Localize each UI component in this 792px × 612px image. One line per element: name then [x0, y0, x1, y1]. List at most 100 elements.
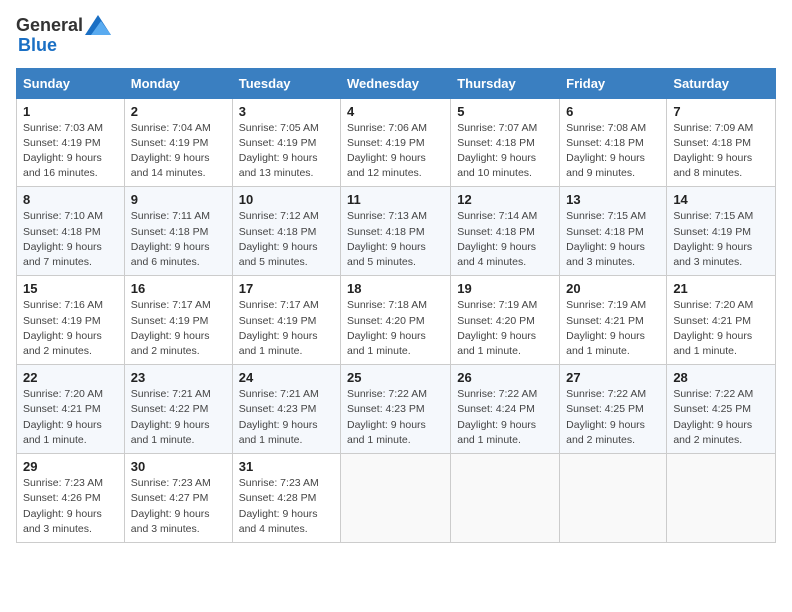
calendar-cell: 6 Sunrise: 7:08 AM Sunset: 4:18 PM Dayli…	[560, 98, 667, 187]
weekday-header-monday: Monday	[124, 68, 232, 98]
day-number: 25	[347, 370, 444, 385]
logo: General Blue	[16, 16, 111, 56]
day-info: Sunrise: 7:09 AM Sunset: 4:18 PM Dayligh…	[673, 122, 753, 180]
day-number: 20	[566, 281, 660, 296]
calendar-cell: 23 Sunrise: 7:21 AM Sunset: 4:22 PM Dayl…	[124, 365, 232, 454]
day-info: Sunrise: 7:18 AM Sunset: 4:20 PM Dayligh…	[347, 299, 427, 357]
calendar-cell: 30 Sunrise: 7:23 AM Sunset: 4:27 PM Dayl…	[124, 454, 232, 543]
calendar-cell	[560, 454, 667, 543]
day-info: Sunrise: 7:19 AM Sunset: 4:21 PM Dayligh…	[566, 299, 646, 357]
day-info: Sunrise: 7:17 AM Sunset: 4:19 PM Dayligh…	[131, 299, 211, 357]
calendar-cell: 1 Sunrise: 7:03 AM Sunset: 4:19 PM Dayli…	[17, 98, 125, 187]
calendar-cell: 22 Sunrise: 7:20 AM Sunset: 4:21 PM Dayl…	[17, 365, 125, 454]
calendar-week-1: 1 Sunrise: 7:03 AM Sunset: 4:19 PM Dayli…	[17, 98, 776, 187]
day-number: 4	[347, 104, 444, 119]
day-number: 17	[239, 281, 334, 296]
day-number: 18	[347, 281, 444, 296]
calendar-cell: 18 Sunrise: 7:18 AM Sunset: 4:20 PM Dayl…	[341, 276, 451, 365]
day-info: Sunrise: 7:17 AM Sunset: 4:19 PM Dayligh…	[239, 299, 319, 357]
day-number: 28	[673, 370, 769, 385]
weekday-header-saturday: Saturday	[667, 68, 776, 98]
day-number: 19	[457, 281, 553, 296]
day-number: 8	[23, 192, 118, 207]
day-info: Sunrise: 7:22 AM Sunset: 4:25 PM Dayligh…	[566, 388, 646, 446]
day-info: Sunrise: 7:06 AM Sunset: 4:19 PM Dayligh…	[347, 122, 427, 180]
day-info: Sunrise: 7:04 AM Sunset: 4:19 PM Dayligh…	[131, 122, 211, 180]
calendar-cell: 9 Sunrise: 7:11 AM Sunset: 4:18 PM Dayli…	[124, 187, 232, 276]
calendar-cell: 31 Sunrise: 7:23 AM Sunset: 4:28 PM Dayl…	[232, 454, 340, 543]
calendar-cell: 21 Sunrise: 7:20 AM Sunset: 4:21 PM Dayl…	[667, 276, 776, 365]
calendar-cell: 28 Sunrise: 7:22 AM Sunset: 4:25 PM Dayl…	[667, 365, 776, 454]
day-info: Sunrise: 7:15 AM Sunset: 4:18 PM Dayligh…	[566, 210, 646, 268]
day-info: Sunrise: 7:12 AM Sunset: 4:18 PM Dayligh…	[239, 210, 319, 268]
calendar-week-4: 22 Sunrise: 7:20 AM Sunset: 4:21 PM Dayl…	[17, 365, 776, 454]
calendar-cell: 26 Sunrise: 7:22 AM Sunset: 4:24 PM Dayl…	[451, 365, 560, 454]
calendar-cell: 29 Sunrise: 7:23 AM Sunset: 4:26 PM Dayl…	[17, 454, 125, 543]
day-number: 13	[566, 192, 660, 207]
calendar-cell: 11 Sunrise: 7:13 AM Sunset: 4:18 PM Dayl…	[341, 187, 451, 276]
calendar-cell: 13 Sunrise: 7:15 AM Sunset: 4:18 PM Dayl…	[560, 187, 667, 276]
calendar-header-row: SundayMondayTuesdayWednesdayThursdayFrid…	[17, 68, 776, 98]
weekday-header-thursday: Thursday	[451, 68, 560, 98]
logo-icon	[85, 15, 111, 35]
day-number: 5	[457, 104, 553, 119]
day-info: Sunrise: 7:11 AM Sunset: 4:18 PM Dayligh…	[131, 210, 210, 268]
calendar-cell: 15 Sunrise: 7:16 AM Sunset: 4:19 PM Dayl…	[17, 276, 125, 365]
day-number: 9	[131, 192, 226, 207]
day-info: Sunrise: 7:14 AM Sunset: 4:18 PM Dayligh…	[457, 210, 537, 268]
calendar-cell: 2 Sunrise: 7:04 AM Sunset: 4:19 PM Dayli…	[124, 98, 232, 187]
weekday-header-sunday: Sunday	[17, 68, 125, 98]
logo-blue-text: Blue	[18, 36, 111, 56]
header: General Blue	[16, 16, 776, 56]
day-info: Sunrise: 7:20 AM Sunset: 4:21 PM Dayligh…	[23, 388, 103, 446]
day-number: 31	[239, 459, 334, 474]
calendar-cell: 19 Sunrise: 7:19 AM Sunset: 4:20 PM Dayl…	[451, 276, 560, 365]
calendar-cell: 12 Sunrise: 7:14 AM Sunset: 4:18 PM Dayl…	[451, 187, 560, 276]
calendar-cell: 10 Sunrise: 7:12 AM Sunset: 4:18 PM Dayl…	[232, 187, 340, 276]
calendar-week-3: 15 Sunrise: 7:16 AM Sunset: 4:19 PM Dayl…	[17, 276, 776, 365]
day-info: Sunrise: 7:13 AM Sunset: 4:18 PM Dayligh…	[347, 210, 427, 268]
day-info: Sunrise: 7:23 AM Sunset: 4:28 PM Dayligh…	[239, 477, 319, 535]
calendar-cell: 24 Sunrise: 7:21 AM Sunset: 4:23 PM Dayl…	[232, 365, 340, 454]
calendar-cell: 3 Sunrise: 7:05 AM Sunset: 4:19 PM Dayli…	[232, 98, 340, 187]
calendar-cell: 17 Sunrise: 7:17 AM Sunset: 4:19 PM Dayl…	[232, 276, 340, 365]
day-number: 26	[457, 370, 553, 385]
day-info: Sunrise: 7:15 AM Sunset: 4:19 PM Dayligh…	[673, 210, 753, 268]
day-number: 12	[457, 192, 553, 207]
day-number: 21	[673, 281, 769, 296]
calendar-cell: 8 Sunrise: 7:10 AM Sunset: 4:18 PM Dayli…	[17, 187, 125, 276]
day-number: 24	[239, 370, 334, 385]
day-number: 3	[239, 104, 334, 119]
calendar-week-5: 29 Sunrise: 7:23 AM Sunset: 4:26 PM Dayl…	[17, 454, 776, 543]
day-number: 7	[673, 104, 769, 119]
calendar-cell: 16 Sunrise: 7:17 AM Sunset: 4:19 PM Dayl…	[124, 276, 232, 365]
calendar-cell: 7 Sunrise: 7:09 AM Sunset: 4:18 PM Dayli…	[667, 98, 776, 187]
day-info: Sunrise: 7:20 AM Sunset: 4:21 PM Dayligh…	[673, 299, 753, 357]
day-number: 27	[566, 370, 660, 385]
calendar-cell: 5 Sunrise: 7:07 AM Sunset: 4:18 PM Dayli…	[451, 98, 560, 187]
day-info: Sunrise: 7:22 AM Sunset: 4:23 PM Dayligh…	[347, 388, 427, 446]
calendar-cell	[341, 454, 451, 543]
day-number: 22	[23, 370, 118, 385]
calendar-cell: 20 Sunrise: 7:19 AM Sunset: 4:21 PM Dayl…	[560, 276, 667, 365]
day-info: Sunrise: 7:07 AM Sunset: 4:18 PM Dayligh…	[457, 122, 537, 180]
calendar-cell	[667, 454, 776, 543]
day-info: Sunrise: 7:23 AM Sunset: 4:26 PM Dayligh…	[23, 477, 103, 535]
day-number: 2	[131, 104, 226, 119]
day-info: Sunrise: 7:16 AM Sunset: 4:19 PM Dayligh…	[23, 299, 103, 357]
calendar-cell: 4 Sunrise: 7:06 AM Sunset: 4:19 PM Dayli…	[341, 98, 451, 187]
weekday-header-wednesday: Wednesday	[341, 68, 451, 98]
calendar-cell: 27 Sunrise: 7:22 AM Sunset: 4:25 PM Dayl…	[560, 365, 667, 454]
day-info: Sunrise: 7:19 AM Sunset: 4:20 PM Dayligh…	[457, 299, 537, 357]
day-number: 1	[23, 104, 118, 119]
day-number: 11	[347, 192, 444, 207]
day-number: 29	[23, 459, 118, 474]
day-number: 15	[23, 281, 118, 296]
day-number: 30	[131, 459, 226, 474]
calendar-week-2: 8 Sunrise: 7:10 AM Sunset: 4:18 PM Dayli…	[17, 187, 776, 276]
calendar-table: SundayMondayTuesdayWednesdayThursdayFrid…	[16, 68, 776, 543]
day-number: 6	[566, 104, 660, 119]
calendar-body: 1 Sunrise: 7:03 AM Sunset: 4:19 PM Dayli…	[17, 98, 776, 542]
day-number: 23	[131, 370, 226, 385]
day-info: Sunrise: 7:03 AM Sunset: 4:19 PM Dayligh…	[23, 122, 103, 180]
